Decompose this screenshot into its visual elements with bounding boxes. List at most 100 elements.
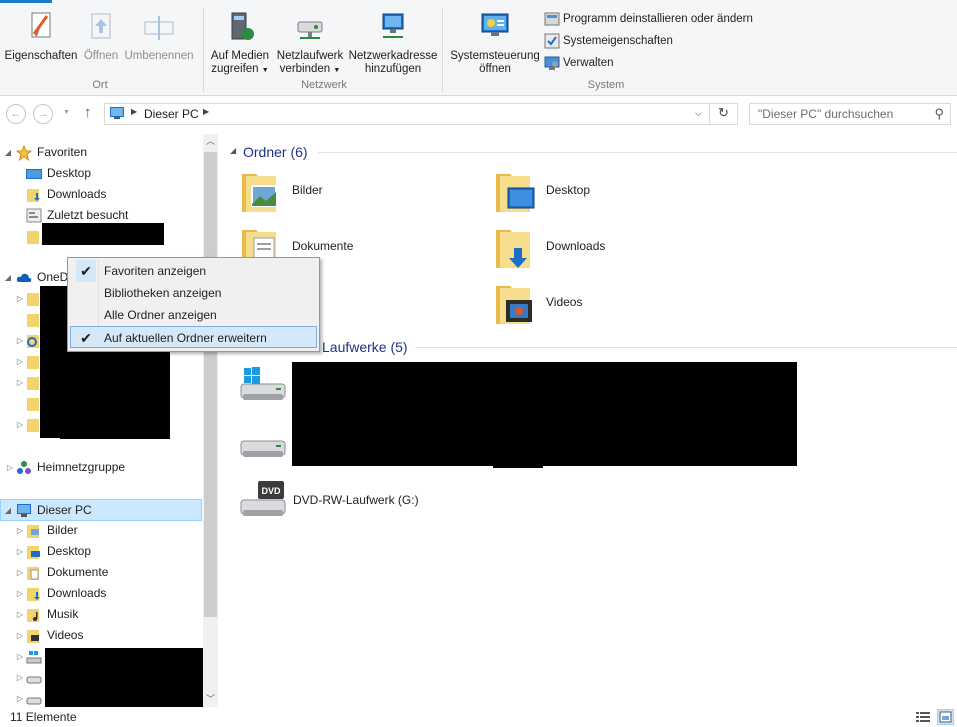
address-dropdown-icon[interactable]: ⌵ <box>695 108 702 119</box>
rename-button[interactable]: Umbenennen <box>122 10 196 63</box>
control-panel-label-2: öffnen <box>479 63 511 75</box>
collapsed-arrow-icon[interactable]: ▷ <box>15 372 25 393</box>
nav-this-pc-videos[interactable]: ▷ Videos <box>0 625 200 646</box>
map-network-drive-button[interactable]: Netzlaufwerk verbinden ▼ <box>274 10 346 77</box>
item-count: 11 Elemente <box>10 710 77 724</box>
manage-button[interactable]: Verwalten <box>544 53 614 73</box>
redacted-region <box>42 223 164 245</box>
checkmark-icon: ✔ <box>76 260 96 282</box>
folders-group-header[interactable]: Ordner (6) <box>243 144 308 160</box>
devices-group-header[interactable]: Laufwerke (5) <box>322 339 408 355</box>
menu-item-label: Auf aktuellen Ordner erweitern <box>104 331 267 345</box>
expanded-arrow-icon[interactable]: ◢ <box>3 500 13 521</box>
details-view-button[interactable] <box>915 710 931 724</box>
collapsed-arrow-icon[interactable]: ▷ <box>15 351 25 372</box>
collapsed-arrow-icon[interactable]: ▷ <box>15 688 25 709</box>
up-button[interactable]: ↑ <box>84 104 92 121</box>
nav-favorites[interactable]: ◢ Favoriten <box>0 142 200 163</box>
add-network-location-button[interactable]: Netzwerkadresse hinzufügen <box>348 10 438 76</box>
system-properties-button[interactable]: Systemeigenschaften <box>544 31 673 51</box>
collapsed-arrow-icon[interactable]: ▷ <box>15 646 25 667</box>
nav-homegroup[interactable]: ▷ Heimnetzgruppe <box>0 457 200 478</box>
access-media-button[interactable]: Auf Medien zugreifen ▼ <box>208 10 272 77</box>
menu-item-label: Favoriten anzeigen <box>104 264 207 278</box>
drive-tile[interactable] <box>238 364 298 416</box>
nav-this-pc-documents[interactable]: ▷ Dokumente <box>0 562 200 583</box>
breadcrumb-separator-icon: ▶ <box>131 107 138 116</box>
menu-item-label: Alle Ordner anzeigen <box>104 308 217 322</box>
this-pc-icon <box>17 504 31 517</box>
map-drive-label: Netzlaufwerk <box>276 50 344 62</box>
folder-tile[interactable]: Bilder <box>240 168 480 220</box>
search-icon[interactable]: ⚲ <box>934 104 944 124</box>
menu-item-show-libraries[interactable]: Bibliotheken anzeigen <box>70 282 317 304</box>
collapsed-arrow-icon[interactable]: ▷ <box>15 625 25 646</box>
properties-button[interactable]: Eigenschaften <box>4 10 78 63</box>
refresh-icon[interactable]: ↻ <box>718 105 729 121</box>
nav-this-pc-music[interactable]: ▷ Musik <box>0 604 200 625</box>
dropdown-arrow-icon: ▼ <box>333 67 341 74</box>
menu-item-show-all-folders[interactable]: Alle Ordner anzeigen <box>70 304 317 326</box>
back-arrow-icon: ← <box>10 108 22 120</box>
group-collapse-icon[interactable]: ◢ <box>230 146 236 155</box>
folder-name: Downloads <box>546 239 606 253</box>
back-button[interactable]: ← <box>6 104 26 124</box>
collapsed-arrow-icon[interactable]: ▷ <box>15 520 25 541</box>
folder-tile[interactable]: Videos <box>494 280 734 332</box>
menu-item-expand-to-current-folder[interactable]: ✔ Auf aktuellen Ordner erweitern <box>70 326 317 348</box>
recent-places-icon <box>26 208 42 223</box>
collapsed-arrow-icon[interactable]: ▷ <box>15 414 25 435</box>
redacted-region <box>60 352 170 439</box>
folder-tile[interactable]: Desktop <box>494 168 734 220</box>
folder-tile[interactable]: Downloads <box>494 224 734 276</box>
media-icon <box>231 12 254 40</box>
forward-button[interactable]: → <box>33 104 53 124</box>
address-bar-row: ← → ▼ ↑ ▶ Dieser PC ▶ ⌵ ↻ "Dieser PC" du… <box>0 100 957 128</box>
music-folder-icon <box>27 609 39 622</box>
collapsed-arrow-icon[interactable]: ▷ <box>15 604 25 625</box>
nav-this-pc-downloads[interactable]: ▷ Downloads <box>0 583 200 604</box>
address-field[interactable]: ▶ Dieser PC ▶ ⌵ ↻ <box>104 103 738 125</box>
expanded-arrow-icon[interactable]: ◢ <box>3 142 13 163</box>
status-bar: 11 Elemente <box>0 707 957 727</box>
ribbon-tab-accent <box>0 0 52 3</box>
large-icons-view-button[interactable] <box>937 709 954 725</box>
collapsed-arrow-icon[interactable]: ▷ <box>5 457 15 478</box>
nav-favorites-label: Favoriten <box>37 145 88 159</box>
nav-this-pc-pictures[interactable]: ▷ Bilder <box>0 520 200 541</box>
recent-locations-button[interactable]: ▼ <box>63 109 70 116</box>
scroll-up-icon[interactable]: ︿ <box>206 134 215 147</box>
breadcrumb-this-pc[interactable]: Dieser PC <box>144 107 199 121</box>
collapsed-arrow-icon[interactable]: ▷ <box>15 583 25 604</box>
folder-icon <box>27 231 39 244</box>
collapsed-arrow-icon[interactable]: ▷ <box>15 667 25 688</box>
menu-item-show-favorites[interactable]: ✔ Favoriten anzeigen <box>70 260 317 282</box>
open-control-panel-button[interactable]: Systemsteuerung öffnen <box>448 10 542 76</box>
expanded-arrow-icon[interactable]: ◢ <box>3 267 13 288</box>
collapsed-arrow-icon[interactable]: ▷ <box>15 288 25 309</box>
collapsed-arrow-icon[interactable]: ▷ <box>15 562 25 583</box>
collapsed-arrow-icon[interactable]: ▷ <box>15 330 25 351</box>
nav-favorites-downloads[interactable]: Downloads <box>0 184 200 205</box>
ribbon-separator <box>203 8 204 92</box>
desktop-folder-icon <box>496 174 535 212</box>
uninstall-program-button[interactable]: Programm deinstallieren oder ändern <box>544 9 753 29</box>
search-input[interactable]: "Dieser PC" durchsuchen ⚲ <box>749 103 951 125</box>
nav-this-pc[interactable]: ◢ Dieser PC <box>0 499 202 521</box>
this-pc-icon <box>110 107 124 119</box>
nav-favorites-desktop[interactable]: Desktop <box>0 163 200 184</box>
nav-item-label: Downloads <box>47 187 107 201</box>
drive-tile[interactable]: DVD DVD-RW-Laufwerk (G:) <box>238 478 498 530</box>
scroll-down-icon[interactable]: ﹀ <box>206 692 215 705</box>
collapsed-arrow-icon[interactable]: ▷ <box>15 541 25 562</box>
properties-icon <box>31 12 51 38</box>
dvd-drive-icon: DVD <box>240 481 286 516</box>
nav-this-pc-desktop[interactable]: ▷ Desktop <box>0 541 200 562</box>
ribbon-group-system: Systemsteuerung öffnen Programm deinstal… <box>446 6 766 94</box>
downloads-folder-icon <box>27 588 40 601</box>
open-button[interactable]: Öffnen <box>80 10 122 63</box>
nav-scrollbar-thumb[interactable] <box>204 152 217 617</box>
drive-tile[interactable] <box>238 425 298 477</box>
system-properties-icon <box>544 33 560 49</box>
documents-folder-icon <box>27 567 39 580</box>
